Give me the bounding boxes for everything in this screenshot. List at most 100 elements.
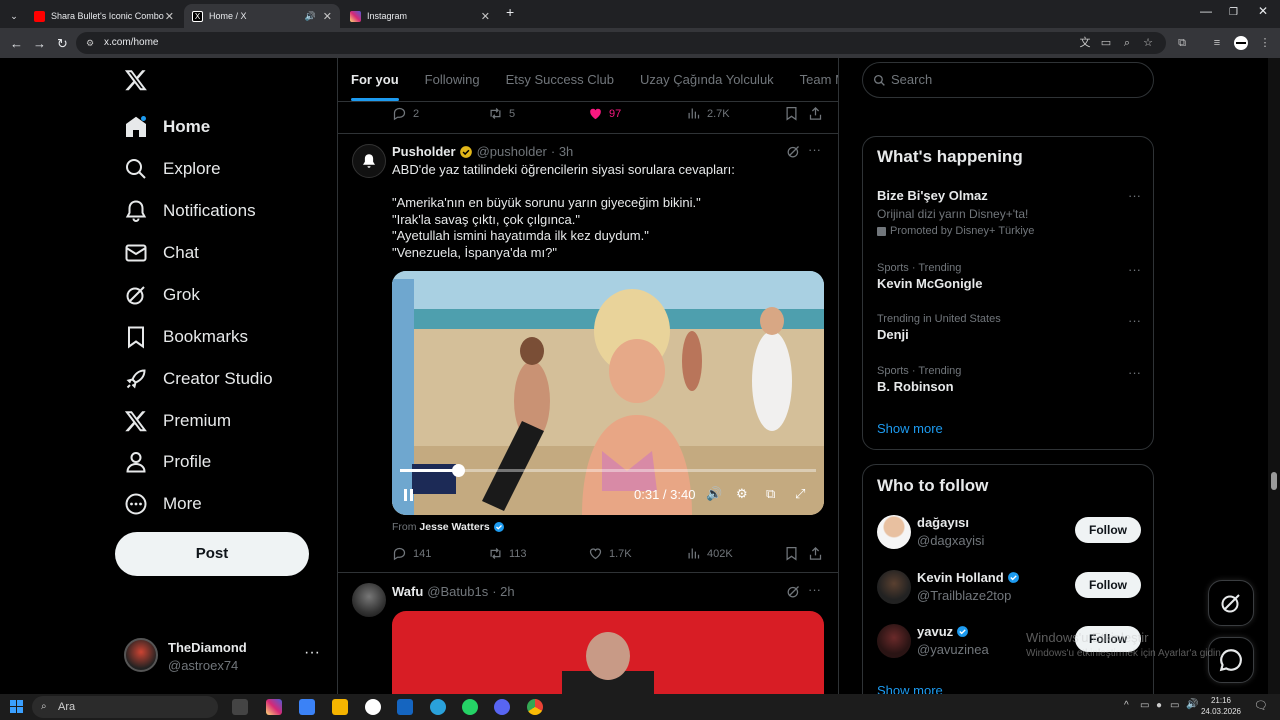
tab-team[interactable]: Team M (787, 58, 838, 101)
views-button[interactable]: 402K (686, 546, 733, 561)
nav-chat[interactable]: Chat (124, 233, 199, 273)
show-more-link[interactable]: Show more (877, 421, 943, 436)
nav-grok[interactable]: Grok (124, 275, 200, 315)
tab-for-you[interactable]: For you (338, 58, 412, 101)
nav-bookmarks[interactable]: Bookmarks (124, 317, 248, 357)
grok-icon[interactable] (786, 144, 801, 159)
profile-avatar-icon[interactable] (1234, 36, 1248, 50)
minimize-button[interactable]: — (1200, 4, 1212, 18)
more-dots-icon[interactable]: ··· (1128, 188, 1141, 203)
app-icon[interactable] (365, 699, 381, 715)
reload-button[interactable]: ↻ (57, 36, 68, 52)
repost-button[interactable]: 113 (488, 546, 527, 561)
outlook-icon[interactable] (299, 699, 315, 715)
repost-button[interactable]: 5 (488, 106, 515, 121)
instagram-icon[interactable] (266, 699, 282, 715)
speaker-icon[interactable]: 🔊 (305, 11, 316, 22)
account-switcher[interactable]: TheDiamond @astroex74 ··· (124, 638, 324, 678)
zoom-icon[interactable]: ⌕ (1120, 36, 1134, 50)
bookmark-star-icon[interactable]: ☆ (1141, 36, 1155, 50)
menu-icon[interactable]: ⋮ (1258, 36, 1272, 50)
fullscreen-icon[interactable]: ⤢ (795, 486, 805, 502)
chrome-icon[interactable] (527, 699, 543, 715)
clock[interactable]: 21:16 24.03.2026 (1198, 695, 1244, 717)
nav-profile[interactable]: Profile (124, 442, 211, 482)
bookmark-icon[interactable] (784, 546, 799, 561)
like-button[interactable]: 97 (588, 106, 621, 121)
url-field[interactable]: ⚙ x.com/home (76, 32, 1166, 54)
tweet-author[interactable]: Pusholder @pusholder · 3h (392, 144, 573, 159)
reply-button[interactable]: 2 (392, 106, 419, 121)
follow-button[interactable]: Follow (1075, 517, 1141, 543)
nav-home[interactable]: Home (124, 107, 210, 147)
nav-explore[interactable]: Explore (124, 149, 221, 189)
tweet-author[interactable]: Wafu @Batub1s · 2h (392, 584, 515, 599)
tray-app-icon[interactable]: ▭ (1140, 700, 1149, 711)
more-dots-icon[interactable]: ··· (1128, 262, 1141, 277)
nav-notifications[interactable]: Notifications (124, 191, 256, 231)
nav-more[interactable]: More (124, 484, 202, 524)
settings-gear-icon[interactable]: ⚙ (736, 486, 748, 502)
more-dots-icon[interactable]: ··· (1128, 313, 1141, 328)
new-tab-button[interactable]: + (506, 4, 514, 20)
views-button[interactable]: 2.7K (686, 106, 730, 121)
task-view-icon[interactable] (232, 699, 248, 715)
chat-floating-button[interactable] (1208, 637, 1254, 683)
cast-icon[interactable]: ▭ (1099, 36, 1113, 50)
translate-icon[interactable]: 文 (1078, 36, 1092, 50)
search-input[interactable]: Search (862, 62, 1154, 98)
nav-premium[interactable]: Premium (124, 401, 231, 441)
more-dots-icon[interactable]: ··· (808, 142, 821, 157)
close-icon[interactable]: ✕ (481, 10, 490, 23)
notification-icon[interactable]: 🗨 (1254, 699, 1268, 712)
volume-icon[interactable]: 🔊 (1186, 699, 1198, 710)
grok-icon[interactable] (786, 584, 801, 599)
microphone-icon[interactable]: ● (1156, 700, 1162, 711)
reply-button[interactable]: 141 (392, 546, 431, 561)
tab-instagram[interactable]: Instagram ✕ (342, 4, 498, 28)
tab-uzay[interactable]: Uzay Çağında Yolculuk (627, 58, 787, 101)
tab-youtube[interactable]: Shara Bullet's Iconic Combo ✕ (26, 4, 182, 28)
trend-item[interactable]: Sports · Trending B. Robinson ··· (877, 365, 1141, 394)
x-logo-icon[interactable] (124, 68, 148, 92)
reading-list-icon[interactable]: ≡ (1210, 36, 1224, 50)
tweet-media[interactable] (392, 611, 824, 694)
trend-item[interactable]: Trending in United States Denji ··· (877, 313, 1141, 342)
nav-creator-studio[interactable]: Creator Studio (124, 359, 273, 399)
avatar[interactable] (352, 144, 386, 178)
from-name-link[interactable]: Jesse Watters (419, 521, 489, 533)
tab-x-home[interactable]: X Home / X 🔊 ✕ (184, 4, 340, 28)
close-icon[interactable]: ✕ (323, 10, 332, 23)
site-info-icon[interactable]: ⚙ (86, 32, 94, 54)
forward-button[interactable]: → (33, 36, 46, 51)
share-icon[interactable] (808, 106, 823, 121)
post-button[interactable]: Post (115, 532, 309, 576)
follow-suggestion[interactable]: dağayısı @dagxayisi Follow (877, 513, 1141, 553)
bookmark-icon[interactable] (784, 106, 799, 121)
network-icon[interactable]: ▭ (1170, 700, 1179, 711)
telegram-icon[interactable] (430, 699, 446, 715)
tab-etsy-success-club[interactable]: Etsy Success Club (493, 58, 627, 101)
app-icon[interactable] (397, 699, 413, 715)
restore-button[interactable]: ❐ (1229, 7, 1238, 18)
share-icon[interactable] (808, 546, 823, 561)
scrollbar-thumb[interactable] (1271, 472, 1277, 490)
whatsapp-icon[interactable] (462, 699, 478, 715)
discord-icon[interactable] (494, 699, 510, 715)
avatar[interactable] (352, 583, 386, 617)
file-explorer-icon[interactable] (332, 699, 348, 715)
like-button[interactable]: 1.7K (588, 546, 632, 561)
extensions-icon[interactable]: ⧉ (1175, 36, 1189, 50)
volume-icon[interactable]: 🔊 (706, 486, 722, 502)
close-icon[interactable]: ✕ (165, 10, 174, 23)
pip-icon[interactable]: ⧉ (766, 486, 775, 502)
tab-list-button[interactable]: ⌄ (4, 4, 24, 28)
trend-item[interactable]: Sports · Trending Kevin McGonigle ··· (877, 262, 1141, 291)
pause-icon[interactable] (404, 489, 414, 501)
more-dots-icon[interactable]: ··· (1128, 365, 1141, 380)
trend-promoted[interactable]: Bize Bi'şey Olmaz Orijinal dizi yarın Di… (877, 188, 1141, 237)
scrollbar[interactable] (1268, 58, 1280, 694)
video-player[interactable]: 0:31 / 3:40 🔊 ⚙ ⧉ ⤢ (392, 271, 824, 515)
video-progress-track[interactable] (400, 464, 816, 477)
grok-floating-button[interactable] (1208, 580, 1254, 626)
